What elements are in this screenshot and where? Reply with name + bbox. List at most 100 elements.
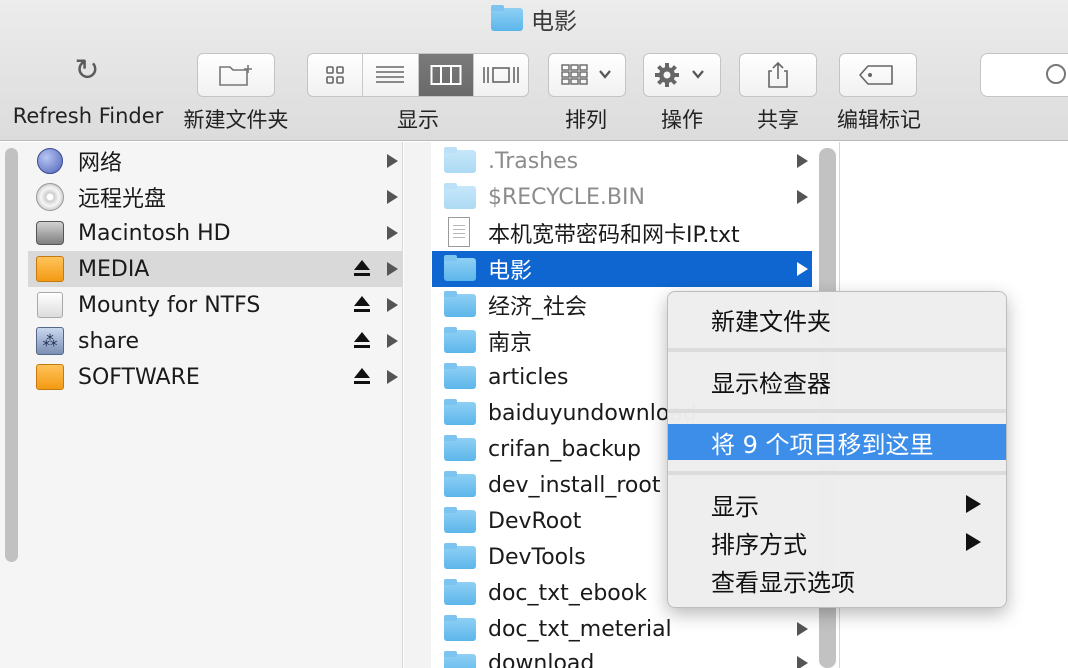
sidebar-item-software[interactable]: SOFTWARE <box>28 359 402 395</box>
menu-item-label: 排序方式 <box>711 530 807 559</box>
file-row-recycle-bin[interactable]: $RECYCLE.BIN <box>432 179 812 215</box>
menu-item-label: 将 9 个项目移到这里 <box>711 430 934 459</box>
disclosure-arrow-icon[interactable] <box>796 656 808 668</box>
folder-icon <box>444 363 476 390</box>
disclosure-arrow-icon[interactable] <box>386 226 398 240</box>
folder-icon <box>444 543 476 570</box>
eject-icon[interactable] <box>352 331 372 351</box>
folder-icon <box>444 327 476 354</box>
hard-disk-icon <box>35 218 65 248</box>
folder-icon <box>444 147 476 174</box>
sidebar-item-mounty-for-ntfs[interactable]: Mounty for NTFS <box>28 287 402 323</box>
file-name: $RECYCLE.BIN <box>488 184 645 210</box>
folder-icon <box>491 4 523 31</box>
context-menu: 新建文件夹 显示检查器 将 9 个项目移到这里 显示 排序方式 查看显示选项 <box>667 291 1007 608</box>
external-drive-icon <box>35 254 65 284</box>
new-folder-icon <box>219 65 252 86</box>
disclosure-arrow-icon[interactable] <box>386 298 398 312</box>
sidebar-item-media[interactable]: MEDIA <box>28 251 402 287</box>
disclosure-arrow-icon[interactable] <box>386 334 398 348</box>
eject-icon[interactable] <box>352 367 372 387</box>
menu-item-new-folder[interactable]: 新建文件夹 <box>668 301 1006 337</box>
folder-icon <box>444 507 476 534</box>
folder-icon <box>444 183 476 210</box>
file-row-movies[interactable]: 电影 <box>432 251 812 287</box>
arrange-label: 排列 <box>565 108 607 132</box>
folder-icon <box>444 435 476 462</box>
window-title: 电影 <box>0 4 1068 35</box>
list-view-button[interactable] <box>363 54 419 96</box>
sidebar-item-network[interactable]: 网络 <box>28 143 402 179</box>
external-drive-icon <box>35 290 65 320</box>
menu-item-move-items-here[interactable]: 将 9 个项目移到这里 <box>668 424 1006 460</box>
share-button[interactable] <box>739 53 817 97</box>
disclosure-arrow-icon[interactable] <box>386 154 398 168</box>
file-name: .Trashes <box>488 148 579 174</box>
cover-flow-view-button[interactable] <box>474 54 528 96</box>
eject-icon[interactable] <box>352 259 372 279</box>
menu-separator <box>668 471 1006 475</box>
disclosure-arrow-icon[interactable] <box>796 154 808 168</box>
action-label: 操作 <box>661 108 703 132</box>
sidebar-item-label: Mounty for NTFS <box>78 292 261 318</box>
file-row-trashes[interactable]: .Trashes <box>432 143 812 179</box>
icon-view-button[interactable] <box>308 54 364 96</box>
refresh-finder-label[interactable]: Refresh Finder <box>11 104 165 128</box>
menu-item-view-options[interactable]: 查看显示选项 <box>668 562 1006 598</box>
column-gutter <box>404 142 431 668</box>
edit-tags-button[interactable] <box>839 53 917 97</box>
folder-icon <box>444 651 476 668</box>
sidebar-scrollbar[interactable] <box>5 148 18 562</box>
refresh-icon[interactable]: ↻ <box>72 56 102 86</box>
eject-icon[interactable] <box>352 295 372 315</box>
disclosure-arrow-icon[interactable] <box>796 622 808 636</box>
list-view-icon <box>376 66 405 83</box>
sidebar-item-label: share <box>78 328 139 354</box>
folder-icon <box>444 471 476 498</box>
text-document-icon <box>444 217 476 247</box>
icon-view-icon <box>326 66 344 84</box>
sidebar-item-label: 远程光盘 <box>78 187 167 212</box>
arrange-button[interactable] <box>548 53 626 97</box>
file-row[interactable]: doc_txt_meterial <box>432 611 812 647</box>
menu-item-show-inspector[interactable]: 显示检查器 <box>668 363 1006 399</box>
menu-item-label: 查看显示选项 <box>711 568 855 597</box>
remote-disc-icon <box>35 182 65 212</box>
sidebar-item-label: MEDIA <box>78 256 150 282</box>
view-label: 显示 <box>397 108 439 132</box>
disclosure-arrow-icon[interactable] <box>796 262 808 276</box>
cover-flow-icon <box>483 67 519 83</box>
network-share-icon: ⁂ <box>35 326 65 356</box>
menu-item-label: 显示 <box>711 492 759 521</box>
folder-icon <box>444 615 476 642</box>
sidebar-item-label: SOFTWARE <box>78 364 200 390</box>
disclosure-arrow-icon[interactable] <box>386 190 398 204</box>
file-row-text-file[interactable]: 本机宽带密码和网卡IP.txt <box>432 215 812 251</box>
sidebar-item-share[interactable]: ⁂ share <box>28 323 402 359</box>
submenu-arrow-icon <box>964 532 982 552</box>
submenu-arrow-icon <box>964 494 982 514</box>
sidebar-item-label: 网络 <box>78 151 123 176</box>
column-view-button[interactable] <box>418 54 474 96</box>
disclosure-arrow-icon[interactable] <box>796 190 808 204</box>
new-folder-button[interactable] <box>197 53 275 97</box>
action-button[interactable] <box>643 53 721 97</box>
share-icon <box>768 61 788 88</box>
disclosure-arrow-icon[interactable] <box>386 370 398 384</box>
toolbar: 电影 ↻ Refresh Finder 新建文件夹 显示 排列 操作 共享 编辑… <box>0 0 1068 141</box>
menu-item-show[interactable]: 显示 <box>668 486 1006 522</box>
search-icon <box>1046 64 1066 84</box>
view-mode-control[interactable] <box>307 53 529 97</box>
folder-icon <box>444 579 476 606</box>
sidebar-item-macintosh-hd[interactable]: Macintosh HD <box>28 215 402 251</box>
menu-item-sort-by[interactable]: 排序方式 <box>668 524 1006 560</box>
folder-icon <box>444 291 476 318</box>
menu-separator <box>668 348 1006 352</box>
file-row[interactable]: download <box>432 647 812 668</box>
external-drive-icon <box>35 362 65 392</box>
sidebar-item-remote-disc[interactable]: 远程光盘 <box>28 179 402 215</box>
disclosure-arrow-icon[interactable] <box>386 262 398 276</box>
file-name: 本机宽带密码和网卡IP.txt <box>488 223 740 248</box>
network-globe-icon <box>35 146 65 176</box>
folder-icon <box>444 255 476 282</box>
